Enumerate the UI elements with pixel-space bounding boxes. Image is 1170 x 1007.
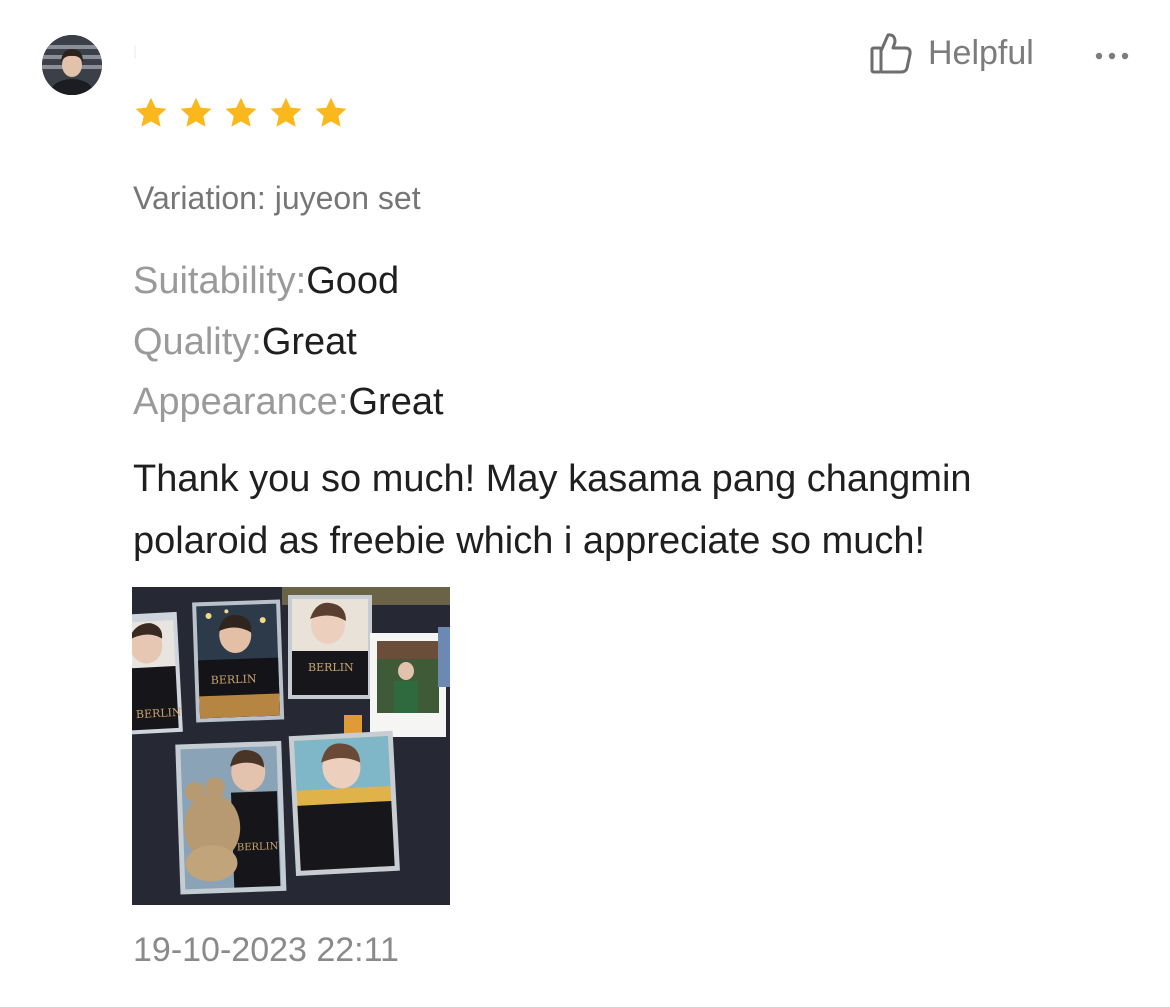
star-icon [225, 97, 257, 127]
comment-line: Thank you so much! May kasama pang chang… [133, 458, 972, 500]
attribute-key: Appearance: [133, 381, 349, 423]
attribute-value: Great [261, 321, 357, 363]
card-text: BERLIN [211, 672, 257, 687]
star-icon [270, 97, 302, 127]
helpful-label: Helpful [928, 34, 1034, 72]
attribute-key: Quality: [133, 321, 262, 363]
comment-line: polaroid as freebie which i appreciate s… [133, 520, 926, 562]
card-text: BERLIN [136, 706, 183, 721]
review-timestamp: 19-10-2023 22:11 [133, 931, 399, 969]
attribute-value: Great [348, 381, 444, 423]
more-options-button[interactable] [1092, 36, 1132, 76]
star-icon [315, 97, 347, 127]
attribute-suitability: Suitability:Good [133, 259, 399, 303]
attribute-value: Good [306, 260, 400, 302]
variation-label: Variation: juyeon set [133, 180, 421, 216]
card-text: BERLIN [308, 661, 354, 674]
user-avatar-icon [42, 35, 102, 95]
reviewer-avatar[interactable] [42, 35, 102, 95]
review-comment: Thank you so much! May kasama pang chang… [133, 448, 1133, 572]
rating-stars [133, 95, 349, 131]
star-icon [180, 97, 212, 127]
reviewer-name: l [133, 43, 137, 63]
more-dots-icon [1095, 52, 1129, 60]
attribute-key: Suitability: [133, 260, 307, 302]
review-card: l Helpful Variation: juyeon set Suitabil… [0, 0, 1170, 1007]
attribute-appearance: Appearance:Great [133, 380, 444, 424]
attribute-quality: Quality:Great [133, 320, 357, 364]
helpful-button[interactable]: Helpful [868, 30, 1034, 76]
star-icon [135, 97, 167, 127]
thumbs-up-icon [870, 33, 912, 74]
card-text: BERLIN [237, 841, 279, 853]
photo-cards-image: BERLIN BERLIN BERLIN BERLIN [132, 587, 450, 905]
review-photo[interactable]: BERLIN BERLIN BERLIN BERLIN [132, 587, 450, 905]
